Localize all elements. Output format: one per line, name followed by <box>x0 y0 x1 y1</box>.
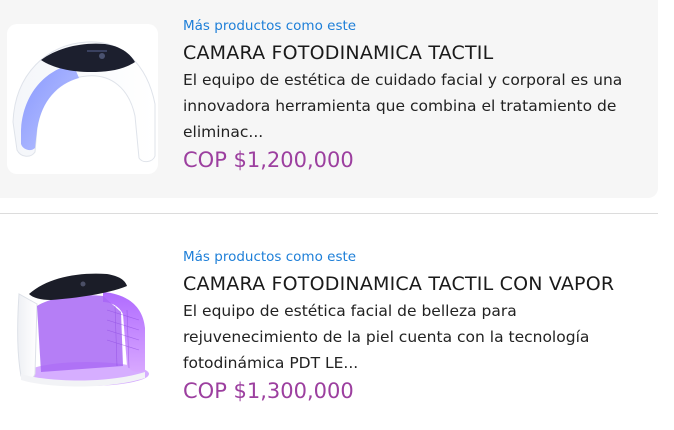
product-image-led-dome[interactable] <box>7 24 158 174</box>
product-image-led-vapor[interactable] <box>7 254 158 404</box>
product-description: El equipo de estética de cuidado facial … <box>183 71 623 141</box>
product-card[interactable]: Más productos como este CAMARA FOTODINAM… <box>0 216 658 430</box>
pdt-led-dome-device-image <box>12 41 156 163</box>
pdt-led-vapor-device-image <box>17 273 149 387</box>
product-info: Más productos como este CAMARA FOTODINAM… <box>183 247 643 406</box>
product-info: Más productos como este CAMARA FOTODINAM… <box>183 16 643 175</box>
product-description: El equipo de estética facial de belleza … <box>183 302 590 372</box>
product-title[interactable]: CAMARA FOTODINAMICA TACTIL <box>183 39 643 67</box>
divider <box>0 213 658 214</box>
product-price: COP $1,200,000 <box>183 148 354 172</box>
product-list: Más productos como este CAMARA FOTODINAM… <box>0 0 674 430</box>
more-products-link[interactable]: Más productos como este <box>183 247 643 267</box>
more-products-link[interactable]: Más productos como este <box>183 16 643 36</box>
product-card[interactable]: Más productos como este CAMARA FOTODINAM… <box>0 0 658 198</box>
product-price: COP $1,300,000 <box>183 379 354 403</box>
product-title[interactable]: CAMARA FOTODINAMICA TACTIL CON VAPOR <box>183 270 643 298</box>
